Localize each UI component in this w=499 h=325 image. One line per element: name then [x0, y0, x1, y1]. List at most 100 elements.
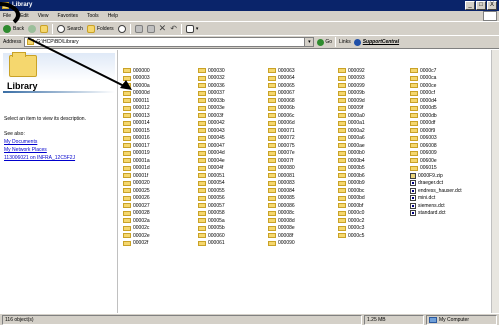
file-item[interactable]: siemens.dct [410, 202, 462, 210]
folder-item[interactable]: 000015 [123, 127, 150, 135]
go-button[interactable]: Go [317, 38, 332, 46]
folder-item[interactable]: 000047 [198, 142, 225, 150]
file-item[interactable]: endress_hauser.dct [410, 187, 462, 195]
move-to-button[interactable] [134, 24, 143, 33]
folder-item[interactable]: 000080 [268, 165, 295, 173]
menu-file[interactable]: File [3, 13, 11, 19]
folder-item[interactable]: 0000a0 [338, 112, 365, 120]
folder-item[interactable]: 00004e [198, 157, 225, 165]
folder-item[interactable]: 000068 [268, 97, 295, 105]
file-item[interactable]: draeger.dct [410, 180, 462, 188]
folder-item[interactable]: 00007e [268, 150, 295, 158]
vertical-scrollbar[interactable] [491, 50, 499, 313]
copy-to-button[interactable] [146, 24, 155, 33]
maximize-button[interactable]: □ [476, 1, 486, 10]
folder-item[interactable]: 000000 [123, 67, 150, 75]
folder-item[interactable]: 006009 [410, 150, 462, 158]
forward-button[interactable] [28, 24, 37, 33]
folder-item[interactable]: 000056 [198, 195, 225, 203]
folder-item[interactable]: 000027 [123, 202, 150, 210]
folder-item[interactable]: 00005a [198, 217, 225, 225]
folder-item[interactable]: 0000c7 [410, 67, 462, 75]
folder-item[interactable]: 000093 [338, 75, 365, 83]
supportcentral-link[interactable]: SupportCentral [353, 38, 399, 46]
folder-item[interactable]: 000057 [198, 202, 225, 210]
folder-item[interactable]: 00002f [123, 240, 150, 248]
folder-item[interactable]: 0000a2 [338, 127, 365, 135]
folder-item[interactable]: 0000ca [410, 75, 462, 83]
history-button[interactable] [117, 24, 126, 33]
folder-item[interactable]: 000061 [198, 240, 225, 248]
folder-item[interactable]: 0000d4 [410, 97, 462, 105]
folder-item[interactable]: 000081 [268, 172, 295, 180]
close-button[interactable]: X [487, 1, 497, 10]
folder-item[interactable]: 000011 [123, 97, 150, 105]
folder-item[interactable]: 000090 [268, 240, 295, 248]
folder-item[interactable]: 000051 [198, 172, 225, 180]
folder-item[interactable]: 00008f [268, 232, 295, 240]
folder-item[interactable]: 000072 [268, 135, 295, 143]
folder-item[interactable]: 000013 [123, 112, 150, 120]
folder-item[interactable]: 000075 [268, 142, 295, 150]
folder-item[interactable]: 000014 [123, 120, 150, 128]
folder-item[interactable]: 0000bd [338, 195, 365, 203]
folder-item[interactable]: 0000c5 [338, 232, 365, 240]
folder-item[interactable]: 006015 [410, 165, 462, 173]
folder-item[interactable]: 000020 [123, 180, 150, 188]
menu-edit[interactable]: Edit [20, 13, 29, 19]
folder-item[interactable]: 000060 [198, 232, 225, 240]
folder-item[interactable]: 000083 [268, 180, 295, 188]
folder-item[interactable]: 000016 [123, 135, 150, 143]
folder-item[interactable]: 0000c0 [338, 210, 365, 218]
folder-item[interactable]: 000063 [268, 67, 295, 75]
folder-item[interactable]: 000084 [268, 187, 295, 195]
undo-button[interactable]: ↶ [170, 24, 177, 33]
folder-item[interactable]: 00008e [268, 225, 295, 233]
folder-item[interactable]: 00002e [123, 232, 150, 240]
folder-item[interactable]: 0000d5 [410, 105, 462, 113]
file-item[interactable]: mini.dct [410, 195, 462, 203]
folder-item[interactable]: 000086 [268, 202, 295, 210]
folder-item[interactable]: 00008d [268, 217, 295, 225]
folder-item[interactable]: 00002c [123, 225, 150, 233]
folder-item[interactable]: 0000b5 [338, 165, 365, 173]
folder-item[interactable]: 000017 [123, 142, 150, 150]
folder-item[interactable]: 000085 [268, 195, 295, 203]
folder-item[interactable]: 000026 [123, 195, 150, 203]
folder-item[interactable]: 000054 [198, 180, 225, 188]
folder-item[interactable]: 00001d [123, 165, 150, 173]
folder-item[interactable]: 000065 [268, 82, 295, 90]
network-drive-link[interactable]: 113006021 on INFRA_12C5F2J [4, 155, 75, 161]
folder-item[interactable]: 000067 [268, 90, 295, 98]
search-button[interactable]: Search [57, 24, 83, 33]
folder-item[interactable]: 0000f9 [410, 127, 462, 135]
folder-item[interactable]: 000092 [338, 67, 365, 75]
address-input[interactable]: G:\HCP\BD\Library ▾ [24, 37, 315, 47]
folders-button[interactable]: Folders [86, 24, 114, 33]
menu-help[interactable]: Help [108, 13, 118, 19]
folder-item[interactable]: 00000a [123, 82, 150, 90]
folder-item[interactable]: 00003b [198, 97, 225, 105]
folder-item[interactable]: 00003f [198, 112, 225, 120]
folder-item[interactable]: 00004d [198, 150, 225, 158]
folder-item[interactable]: 00009b [338, 90, 365, 98]
links-label[interactable]: Links [339, 39, 351, 45]
menu-tools[interactable]: Tools [87, 13, 99, 19]
folder-item[interactable]: 000030 [198, 67, 225, 75]
up-button[interactable] [40, 24, 49, 33]
folder-item[interactable]: 000045 [198, 135, 225, 143]
back-button[interactable]: Back [3, 24, 24, 33]
folder-item[interactable]: 0000df [410, 120, 462, 128]
folder-item[interactable]: 000012 [123, 105, 150, 113]
folder-item[interactable]: 000025 [123, 187, 150, 195]
folder-item[interactable]: 0000b4 [338, 157, 365, 165]
folder-item[interactable]: 0000c3 [338, 225, 365, 233]
folder-item[interactable]: 00001f [123, 172, 150, 180]
file-item[interactable]: standard.dct [410, 210, 462, 218]
folder-item[interactable]: 00007f [268, 157, 295, 165]
folder-item[interactable]: 000019 [123, 150, 150, 158]
folder-item[interactable]: 00008c [268, 210, 295, 218]
folder-item[interactable]: 000055 [198, 187, 225, 195]
folder-item[interactable]: 0000db [410, 112, 462, 120]
folder-item[interactable]: 0000ae [338, 142, 365, 150]
